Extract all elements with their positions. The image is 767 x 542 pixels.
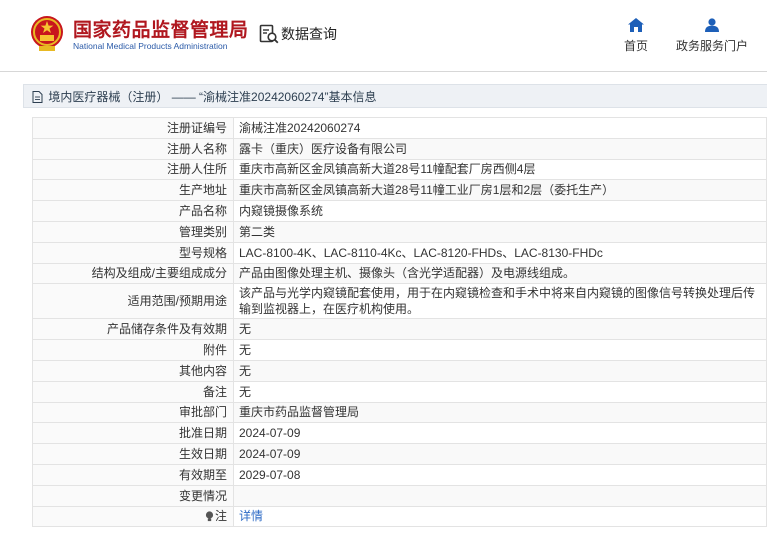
row-value: 该产品与光学内窥镜配套使用，用于在内窥镜检查和手术中将来自内窥镜的图像信号转换处… [233,283,767,320]
table-row: 变更情况 [32,484,767,507]
lightbulb-icon [205,511,214,522]
row-value: 2024-07-09 [233,443,767,465]
row-value: 无 [233,339,767,361]
detail-link[interactable]: 详情 [239,509,263,523]
breadcrumb-title: “渝械注准20242060274”基本信息 [199,90,377,104]
breadcrumb: 境内医疗器械（注册） —— “渝械注准20242060274”基本信息 [23,84,767,108]
row-label: 注册证编号 [32,117,234,139]
row-value: 露卡（重庆）医疗设备有限公司 [233,137,767,160]
data-query-label[interactable]: 数据查询 [281,24,337,44]
table-row: 批准日期 2024-07-09 [32,422,767,445]
row-value: 无 [233,380,767,403]
national-emblem-icon [31,16,63,51]
table-row: 注册人住所 重庆市高新区金凤镇高新大道28号11幢配套厂房西侧4层 [32,158,767,181]
row-value [233,484,767,507]
row-label: 型号规格 [32,241,234,264]
logo-title-cn[interactable]: 国家药品监督管理局 [73,15,249,42]
table-row: 生效日期 2024-07-09 [32,443,767,465]
table-row: 审批部门 重庆市药品监督管理局 [32,401,767,424]
row-label: 变更情况 [32,484,234,507]
nav-home-label: 首页 [623,39,648,53]
row-value: 2024-07-09 [233,422,767,445]
data-query-icon[interactable] [259,24,279,44]
row-label: 注册人住所 [32,158,234,181]
note-label-cell: 注 [32,505,234,528]
table-row: 生产地址 重庆市高新区金凤镇高新大道28号11幢工业厂房1层和2层（委托生产） [32,179,767,202]
row-label: 批准日期 [32,422,234,445]
table-row: 备注 无 [32,380,767,403]
row-value: 产品由图像处理主机、摄像头（含光学适配器）及电源线组成。 [233,262,767,285]
note-value-cell: 详情 [233,505,767,528]
row-value: 2029-07-08 [233,463,767,486]
row-value: 渝械注准20242060274 [233,117,767,139]
row-label: 产品储存条件及有效期 [32,318,234,341]
nav-home[interactable]: 首页 [618,18,654,54]
row-label: 生产地址 [32,179,234,202]
user-icon [705,18,719,32]
document-icon [32,91,43,103]
table-row: 适用范围/预期用途 该产品与光学内窥镜配套使用，用于在内窥镜检查和手术中将来自内… [32,283,767,320]
row-label: 有效期至 [32,463,234,486]
site-header: 国家药品监督管理局 National Medical Products Admi… [0,0,767,70]
nav-portal-label: 政务服务门户 [675,39,748,53]
header-divider [0,71,767,72]
row-label: 结构及组成/主要组成成分 [32,262,234,285]
row-label: 生效日期 [32,443,234,465]
row-value: 重庆市高新区金凤镇高新大道28号11幢配套厂房西侧4层 [233,158,767,181]
table-row: 产品储存条件及有效期 无 [32,318,767,341]
record-table: 注册证编号 渝械注准20242060274 注册人名称 露卡（重庆）医疗设备有限… [32,117,767,528]
row-value: 内窥镜摄像系统 [233,200,767,222]
row-label: 产品名称 [32,200,234,222]
table-row: 管理类别 第二类 [32,220,767,243]
row-label: 适用范围/预期用途 [32,283,234,320]
note-label: 注 [214,509,227,524]
row-value: LAC-8100-4K、LAC-8110-4Kc、LAC-8120-FHDs、L… [233,241,767,264]
table-row: 注册人名称 露卡（重庆）医疗设备有限公司 [32,137,767,160]
row-value: 无 [233,359,767,382]
row-label: 审批部门 [32,401,234,424]
table-row: 附件 无 [32,339,767,361]
table-row: 结构及组成/主要组成成分 产品由图像处理主机、摄像头（含光学适配器）及电源线组成… [32,262,767,285]
table-row: 产品名称 内窥镜摄像系统 [32,200,767,222]
row-value: 重庆市高新区金凤镇高新大道28号11幢工业厂房1层和2层（委托生产） [233,179,767,202]
row-label: 管理类别 [32,220,234,243]
row-label: 附件 [32,339,234,361]
breadcrumb-category-link[interactable]: 境内医疗器械（注册） [48,90,168,104]
row-label: 注册人名称 [32,137,234,160]
table-row: 型号规格 LAC-8100-4K、LAC-8110-4Kc、LAC-8120-F… [32,241,767,264]
home-icon [628,18,644,32]
nav-service-portal[interactable]: 政务服务门户 [672,18,752,54]
logo-title-en[interactable]: National Medical Products Administration [73,41,228,51]
table-row: 有效期至 2029-07-08 [32,463,767,486]
row-value: 重庆市药品监督管理局 [233,401,767,424]
row-value: 第二类 [233,220,767,243]
row-label: 备注 [32,380,234,403]
row-label: 其他内容 [32,359,234,382]
breadcrumb-separator: —— [171,90,196,104]
table-row: 其他内容 无 [32,359,767,382]
table-row-note: 注 详情 [32,505,767,528]
row-value: 无 [233,318,767,341]
table-row: 注册证编号 渝械注准20242060274 [32,117,767,139]
